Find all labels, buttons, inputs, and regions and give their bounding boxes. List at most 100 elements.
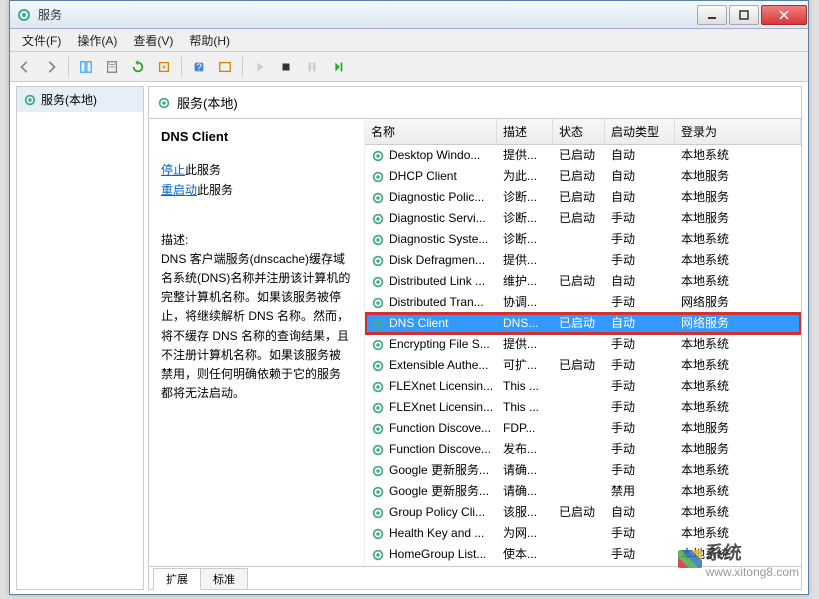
cell-name: Diagnostic Servi... [389,208,486,229]
stop-service-button[interactable] [275,56,297,78]
gear-icon [371,296,385,310]
table-row[interactable]: Diagnostic Syste...诊断...手动本地系统 [365,229,801,250]
col-logon[interactable]: 登录为 [675,119,801,144]
col-status[interactable]: 状态 [553,119,605,144]
cell-start: 手动 [605,355,675,376]
cell-name: HomeGroup List... [389,544,486,565]
cell-desc: 提供... [497,145,553,166]
table-row[interactable]: Disk Defragmen...提供...手动本地系统 [365,250,801,271]
table-row[interactable]: Diagnostic Polic...诊断...已启动自动本地服务 [365,187,801,208]
col-name[interactable]: 名称 [365,119,497,144]
back-button[interactable] [14,56,36,78]
table-row[interactable]: Encrypting File S...提供...手动本地系统 [365,334,801,355]
forward-button[interactable] [40,56,62,78]
cell-logon: 网络服务 [675,292,801,313]
table-row[interactable]: Diagnostic Servi...诊断...已启动手动本地服务 [365,208,801,229]
watermark: 系统 www.xitong8.com [678,539,799,579]
gear-icon [371,170,385,184]
properties-button[interactable] [101,56,123,78]
table-row[interactable]: Google 更新服务...请确...手动本地系统 [365,460,801,481]
restart-link[interactable]: 重启动 [161,183,197,197]
cell-desc: FDP... [497,418,553,439]
cell-logon: 本地系统 [675,502,801,523]
table-row[interactable]: FLEXnet Licensin...This ...手动本地系统 [365,397,801,418]
cell-name: FLEXnet Licensin... [389,397,493,418]
svg-text:?: ? [196,61,202,73]
cell-name: Google 更新服务... [389,460,489,481]
cell-desc: This ... [497,397,553,418]
table-row[interactable]: Distributed Link ...维护...已启动自动本地系统 [365,271,801,292]
cell-desc: 提供... [497,334,553,355]
col-start[interactable]: 启动类型 [605,119,675,144]
help-button[interactable]: ? [188,56,210,78]
window-title: 服务 [38,6,696,23]
cell-logon: 本地系统 [675,397,801,418]
pause-service-button[interactable] [301,56,323,78]
cell-start: 手动 [605,292,675,313]
gear-icon [23,93,37,107]
table-row[interactable]: Desktop Windo...提供...已启动自动本地系统 [365,145,801,166]
cell-start: 手动 [605,334,675,355]
maximize-button[interactable] [729,5,759,25]
cell-desc: 发布... [497,439,553,460]
gear-icon [371,485,385,499]
cell-logon: 本地系统 [675,460,801,481]
cell-name: Google 更新服务... [389,481,489,502]
export-button[interactable] [153,56,175,78]
menu-view[interactable]: 查看(V) [125,30,181,51]
table-row[interactable]: DHCP Client为此...已启动自动本地服务 [365,166,801,187]
menu-help[interactable]: 帮助(H) [181,30,238,51]
service-description: DNS 客户端服务(dnscache)缓存域名系统(DNS)名称并注册该计算机的… [161,250,352,404]
refresh-button[interactable] [127,56,149,78]
menu-action[interactable]: 操作(A) [69,30,125,51]
menubar: 文件(F) 操作(A) 查看(V) 帮助(H) [10,29,808,52]
table-row[interactable]: Distributed Tran...协调...手动网络服务 [365,292,801,313]
cell-logon: 本地服务 [675,187,801,208]
list-body[interactable]: Desktop Windo...提供...已启动自动本地系统DHCP Clien… [365,145,801,566]
cell-start: 手动 [605,418,675,439]
cell-start: 手动 [605,229,675,250]
table-row[interactable]: Extensible Authe...可扩...已启动手动本地系统 [365,355,801,376]
cell-status: 已启动 [553,355,605,376]
restart-service-button[interactable] [327,56,349,78]
tree-root-services-local[interactable]: 服务(本地) [17,87,143,112]
cell-logon: 本地系统 [675,481,801,502]
close-button[interactable] [761,5,807,25]
gear-icon [371,464,385,478]
cell-name: Desktop Windo... [389,145,480,166]
table-row[interactable]: Group Policy Cli...该服...已启动自动本地系统 [365,502,801,523]
desc-label: 描述: [161,231,352,248]
tab-standard[interactable]: 标准 [200,568,248,589]
gear-icon [371,401,385,415]
right-header: 服务(本地) [149,87,801,119]
cell-status: 已启动 [553,166,605,187]
table-row[interactable]: Function Discove...FDP...手动本地服务 [365,418,801,439]
detail-pane: DNS Client 停止此服务 重启动此服务 描述: DNS 客户端服务(dn… [149,119,365,566]
minimize-button[interactable] [697,5,727,25]
cell-desc: 诊断... [497,208,553,229]
cell-start: 自动 [605,502,675,523]
cell-name: Function Discove... [389,418,491,439]
stop-link[interactable]: 停止 [161,163,185,177]
menu-file[interactable]: 文件(F) [14,30,69,51]
cell-desc: 诊断... [497,229,553,250]
cell-logon: 本地系统 [675,355,801,376]
cell-desc: 为网... [497,523,553,544]
col-desc[interactable]: 描述 [497,119,553,144]
start-service-button[interactable] [249,56,271,78]
tab-extended[interactable]: 扩展 [153,568,201,590]
cell-start: 手动 [605,523,675,544]
show-hide-tree-button[interactable] [75,56,97,78]
titlebar[interactable]: 服务 [10,1,808,29]
gear-icon [371,338,385,352]
table-row[interactable]: Google 更新服务...请确...禁用本地系统 [365,481,801,502]
cell-start: 手动 [605,439,675,460]
cell-name: Encrypting File S... [389,334,490,355]
properties2-button[interactable] [214,56,236,78]
table-row[interactable]: Function Discove...发布...手动本地服务 [365,439,801,460]
table-row[interactable]: FLEXnet Licensin...This ...手动本地系统 [365,376,801,397]
cell-start: 禁用 [605,481,675,502]
cell-desc: DNS... [497,313,553,334]
table-row[interactable]: DNS ClientDNS...已启动自动网络服务 [365,313,801,334]
cell-logon: 本地系统 [675,376,801,397]
